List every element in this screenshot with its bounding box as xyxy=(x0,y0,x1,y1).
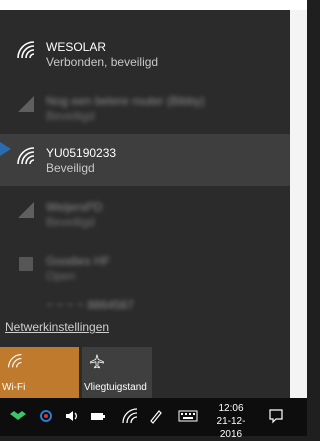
network-status: Beveiligd xyxy=(46,161,95,175)
wifi-tile-label: Wi-Fi xyxy=(2,382,26,393)
network-item-wesolar[interactable]: WESOLAR Verbonden, beveiligd xyxy=(0,28,290,80)
network-item-2[interactable]: Nog een betere router (Bibby) Beveiligd xyxy=(0,82,290,134)
network-status: Open xyxy=(46,269,76,283)
network-item-5[interactable]: Goodies HF Open xyxy=(0,242,290,294)
wifi-signal-icon xyxy=(18,96,34,112)
network-name: Goodies HF xyxy=(46,254,111,268)
wifi-signal-icon xyxy=(18,202,34,218)
pen-icon[interactable] xyxy=(148,408,164,424)
sync-icon[interactable] xyxy=(38,408,54,424)
wifi-toggle-tile[interactable]: Wi-Fi xyxy=(0,347,79,398)
annotation-arrow-tail xyxy=(0,147,6,151)
network-name: WESOLAR xyxy=(46,40,107,54)
keyboard-icon[interactable] xyxy=(178,408,198,424)
desktop-edge xyxy=(290,10,307,398)
airplane-tile-label: Vliegtuigstand xyxy=(84,382,147,393)
airplane-mode-tile[interactable]: Vliegtuigstand xyxy=(82,347,152,398)
clock-date: 21-12-2016 xyxy=(216,416,246,440)
clock[interactable]: 12:06 21-12-2016 xyxy=(206,402,256,441)
network-name: YU05190233 xyxy=(46,146,117,160)
wifi-tray-icon[interactable] xyxy=(122,408,138,424)
top-gap xyxy=(0,0,307,10)
network-name: Nog een betere router (Bibby) xyxy=(46,94,205,108)
dropbox-icon[interactable] xyxy=(10,408,26,424)
taskbar: 12:06 21-12-2016 xyxy=(0,398,307,440)
network-status: Beveiligd xyxy=(46,109,95,123)
network-status: Verbonden, beveiligd xyxy=(46,55,159,69)
network-settings-link[interactable]: Netwerkinstellingen xyxy=(5,320,109,334)
wifi-signal-icon xyxy=(17,41,35,59)
network-name: WeijersPD xyxy=(46,200,103,214)
network-name: ~ ~ ~ ~ 8864567 xyxy=(46,298,135,312)
network-status: Beveiligd xyxy=(46,215,95,229)
clock-time: 12:06 xyxy=(218,403,244,414)
wifi-icon xyxy=(8,354,22,368)
network-item-4[interactable]: WeijersPD Beveiligd xyxy=(0,188,290,240)
network-item-yu05190233[interactable]: YU05190233 Beveiligd xyxy=(0,134,290,186)
wifi-signal-icon xyxy=(19,257,33,271)
network-item-6[interactable]: ~ ~ ~ ~ 8864567 xyxy=(0,296,290,314)
airplane-icon xyxy=(90,354,104,369)
wifi-signal-icon xyxy=(17,147,35,165)
battery-icon[interactable] xyxy=(90,408,106,424)
notification-center-icon[interactable] xyxy=(268,408,284,424)
volume-icon[interactable] xyxy=(64,408,80,424)
